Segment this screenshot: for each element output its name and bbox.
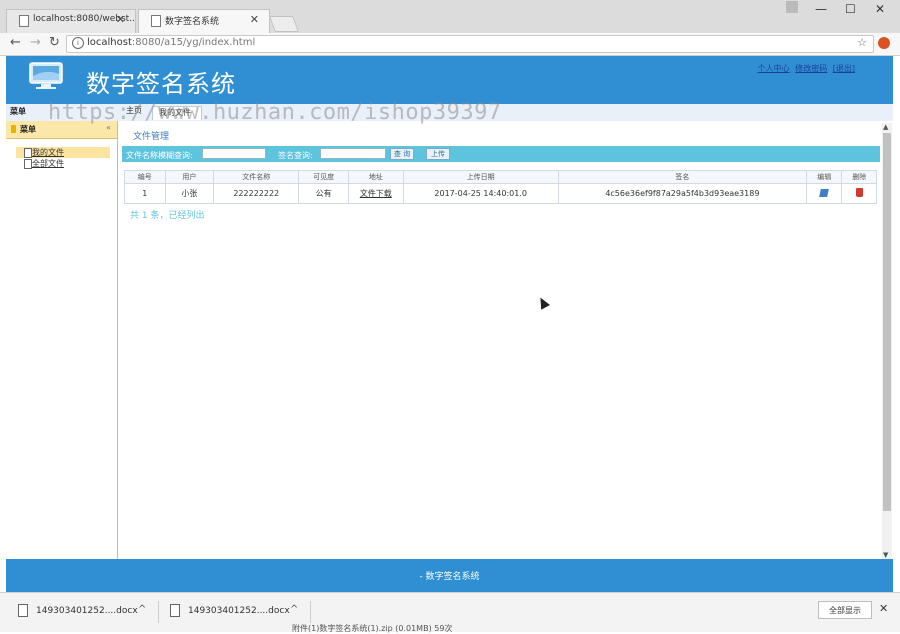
- scroll-up-arrow-icon[interactable]: ▲: [883, 123, 888, 131]
- edit-icon[interactable]: [819, 188, 830, 197]
- watermark-text: https://www.huzhan.com/ishop39397: [48, 100, 502, 125]
- cell-link: 文件下载: [347, 183, 404, 204]
- column-header: 签名: [557, 170, 808, 184]
- download-filename: 149303401252....docx: [36, 606, 138, 616]
- browser-tab-bar: localhost:8080/webst... ✕ 数字签名系统 ✕ — ☐ ✕: [0, 0, 900, 33]
- show-all-button[interactable]: 全部显示: [818, 601, 872, 619]
- sidebar-title: 菜单: [20, 125, 36, 134]
- divider: [310, 601, 311, 623]
- trash-icon[interactable]: [855, 188, 863, 197]
- download-bar: 149303401252....docx ^ 149303401252....d…: [0, 592, 900, 633]
- cell-filename: 222222222: [213, 183, 300, 204]
- vertical-scrollbar[interactable]: ▲ ▼: [882, 123, 892, 559]
- close-icon[interactable]: ✕: [879, 602, 888, 615]
- divider: [158, 601, 159, 623]
- footer-text: - 数字签名系统: [419, 572, 480, 582]
- page-icon: [151, 15, 161, 27]
- sidebar-item-label: 我的文件: [32, 148, 64, 157]
- change-password-link[interactable]: 修改密码: [795, 64, 827, 73]
- record-count: 共 1 条，已经列出: [130, 211, 205, 221]
- sidebar: 菜单 « 我的文件 全部文件: [6, 121, 118, 559]
- file-table: 编号 用户 文件名称 可见度 地址 上传日期 签名 编辑 删除 1 小张 222…: [124, 170, 877, 204]
- close-tab-icon[interactable]: ✕: [116, 13, 125, 26]
- sidebar-item-label: 全部文件: [32, 159, 64, 168]
- info-icon[interactable]: i: [72, 37, 84, 49]
- table-row: 1 小张 222222222 公有 文件下载 2017-04-25 14:40:…: [124, 183, 877, 204]
- download-item[interactable]: 149303401252....docx ^: [170, 604, 305, 622]
- column-header: 用户: [164, 170, 215, 184]
- chevron-up-icon[interactable]: ^: [138, 604, 146, 615]
- signature-search-input[interactable]: [320, 148, 386, 159]
- column-header: 可见度: [298, 170, 349, 184]
- browser-tab-2[interactable]: 数字签名系统 ✕: [138, 9, 270, 33]
- cell-id: 1: [124, 183, 166, 204]
- document-icon: [170, 604, 180, 617]
- column-header: 上传日期: [402, 170, 559, 184]
- header-links: 个人中心 修改密码 [退出]: [755, 63, 855, 74]
- column-header: 地址: [347, 170, 404, 184]
- monitor-logo-icon: [29, 62, 63, 89]
- column-header: 编号: [124, 170, 166, 184]
- download-filename: 149303401252....docx: [188, 606, 290, 616]
- scroll-down-arrow-icon[interactable]: ▼: [883, 551, 888, 559]
- back-arrow-icon[interactable]: ←: [10, 35, 21, 50]
- menu-label: 菜单: [10, 107, 26, 116]
- app-header: 数字签名系统 个人中心 修改密码 [退出]: [6, 56, 893, 104]
- browser-tab-1[interactable]: localhost:8080/webst... ✕: [6, 9, 136, 33]
- document-icon: [24, 159, 32, 169]
- url-text: localhost:8080/a15/yg/index.html: [87, 37, 256, 48]
- url-input[interactable]: i localhost:8080/a15/yg/index.html ☆: [66, 35, 874, 53]
- scrollbar-thumb[interactable]: [883, 133, 891, 511]
- main-panel: 文件管理 文件名称模糊查询: 签名查询: 查 询 上传 编号 用户 文件名称 可…: [118, 121, 893, 559]
- signature-search-label: 签名查询:: [278, 151, 313, 160]
- search-bar: 文件名称模糊查询: 签名查询: 查 询 上传: [122, 146, 880, 162]
- app-footer: - 数字签名系统: [6, 559, 893, 592]
- cell-edit: [806, 183, 843, 204]
- bookmark-star-icon[interactable]: ☆: [857, 36, 867, 49]
- panel-title: 文件管理: [133, 132, 170, 142]
- close-tab-icon[interactable]: ✕: [250, 13, 259, 26]
- sidebar-item-my-files[interactable]: 我的文件: [16, 147, 110, 158]
- filename-search-label: 文件名称模糊查询:: [126, 151, 193, 160]
- user-profile-icon[interactable]: [786, 1, 798, 13]
- address-bar: ← → ↻ i localhost:8080/a15/yg/index.html…: [0, 33, 900, 56]
- filename-search-input[interactable]: [202, 148, 266, 159]
- column-header: 编辑: [806, 170, 843, 184]
- page-icon: [19, 15, 29, 27]
- cell-user: 小张: [164, 183, 215, 204]
- cell-signature: 4c56e36ef9f87a29a5f4b3d93eae3189: [557, 183, 808, 204]
- maximize-button[interactable]: ☐: [845, 2, 856, 16]
- column-header: 删除: [841, 170, 877, 184]
- download-item[interactable]: 149303401252....docx ^: [18, 604, 153, 622]
- bottom-caption: 附件(1)数字签名系统(1).zip (0.01MB) 59次: [292, 624, 453, 633]
- cell-delete: [841, 183, 877, 204]
- logout-link[interactable]: [退出]: [833, 64, 855, 73]
- close-window-button[interactable]: ✕: [875, 2, 885, 16]
- reload-icon[interactable]: ↻: [49, 35, 60, 50]
- mouse-cursor-icon: [536, 295, 550, 310]
- upload-button[interactable]: 上传: [426, 148, 450, 160]
- document-icon: [18, 604, 28, 617]
- minimize-button[interactable]: —: [815, 2, 827, 16]
- cell-date: 2017-04-25 14:40:01.0: [402, 183, 559, 204]
- document-icon: [24, 148, 32, 158]
- cell-visibility: 公有: [298, 183, 349, 204]
- profile-link[interactable]: 个人中心: [758, 64, 790, 73]
- chevron-up-icon[interactable]: ^: [290, 604, 298, 615]
- query-button[interactable]: 查 询: [390, 148, 414, 160]
- new-tab-button[interactable]: [269, 16, 299, 32]
- app-title: 数字签名系统: [86, 70, 236, 98]
- forward-arrow-icon[interactable]: →: [30, 35, 41, 50]
- sidebar-item-all-files[interactable]: 全部文件: [16, 158, 110, 169]
- browser-tab-title: 数字签名系统: [165, 17, 220, 27]
- column-header: 文件名称: [213, 170, 300, 184]
- extension-icon[interactable]: [878, 37, 890, 49]
- menu-icon: [11, 125, 16, 133]
- file-download-link[interactable]: 文件下载: [360, 189, 392, 198]
- table-header-row: 编号 用户 文件名称 可见度 地址 上传日期 签名 编辑 删除: [124, 170, 877, 184]
